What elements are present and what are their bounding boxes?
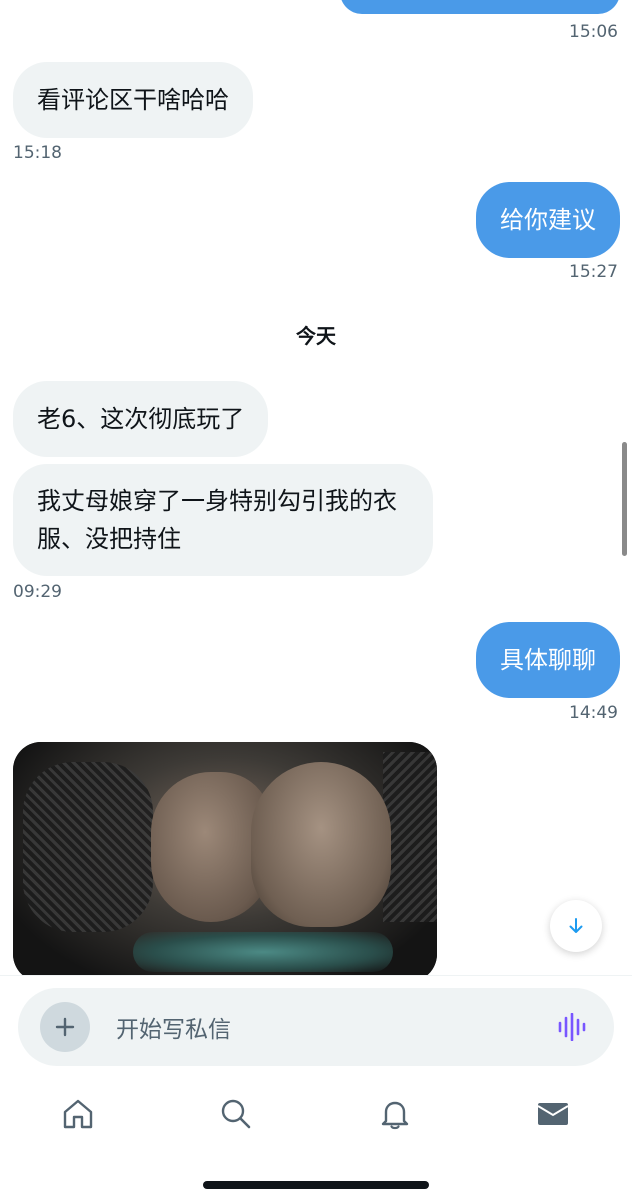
mail-icon [537,1103,569,1125]
outgoing-message-bubble[interactable]: 具体聊聊 [476,622,620,698]
incoming-message-bubble[interactable]: 看评论区干啥哈哈 [13,62,253,138]
home-indicator[interactable] [203,1181,429,1189]
tab-messages[interactable] [533,1094,573,1134]
incoming-message-bubble[interactable]: 老6、这次彻底玩了 [13,381,269,457]
arrow-down-icon [569,918,583,933]
bottom-tab-bar [0,1090,632,1140]
message-timestamp: 15:27 [569,262,618,282]
tab-home[interactable] [58,1094,98,1134]
conversation-thread[interactable]: 15:06 看评论区干啥哈哈 15:18 给你建议 15:27 今天 老6、这次… [0,0,632,976]
incoming-message-bubble[interactable]: 我丈母娘穿了一身特别勾引我的衣服、没把持住 [13,464,433,576]
voice-message-button[interactable] [554,1010,590,1044]
home-icon [63,1099,93,1129]
waveform-icon [558,1013,586,1041]
message-timestamp: 15:18 [13,143,62,163]
message-timestamp: 15:06 [569,22,618,42]
add-attachment-button[interactable] [40,1002,90,1052]
scroll-to-bottom-button[interactable] [550,900,602,952]
search-icon [221,1099,251,1129]
message-composer: 开始写私信 [18,988,614,1066]
tab-notifications[interactable] [375,1094,415,1134]
outgoing-message-bubble-partial[interactable] [340,0,620,14]
composer-divider [0,975,632,976]
day-divider: 今天 [296,324,336,348]
incoming-media-image[interactable] [13,742,437,976]
message-timestamp: 14:49 [569,703,618,723]
scrollbar-thumb[interactable] [622,442,627,556]
message-timestamp: 09:29 [13,582,62,602]
bell-icon [381,1101,409,1130]
plus-icon [55,1017,75,1037]
message-input[interactable]: 开始写私信 [116,1010,231,1044]
outgoing-message-bubble[interactable]: 给你建议 [476,182,620,258]
tab-search[interactable] [216,1094,256,1134]
